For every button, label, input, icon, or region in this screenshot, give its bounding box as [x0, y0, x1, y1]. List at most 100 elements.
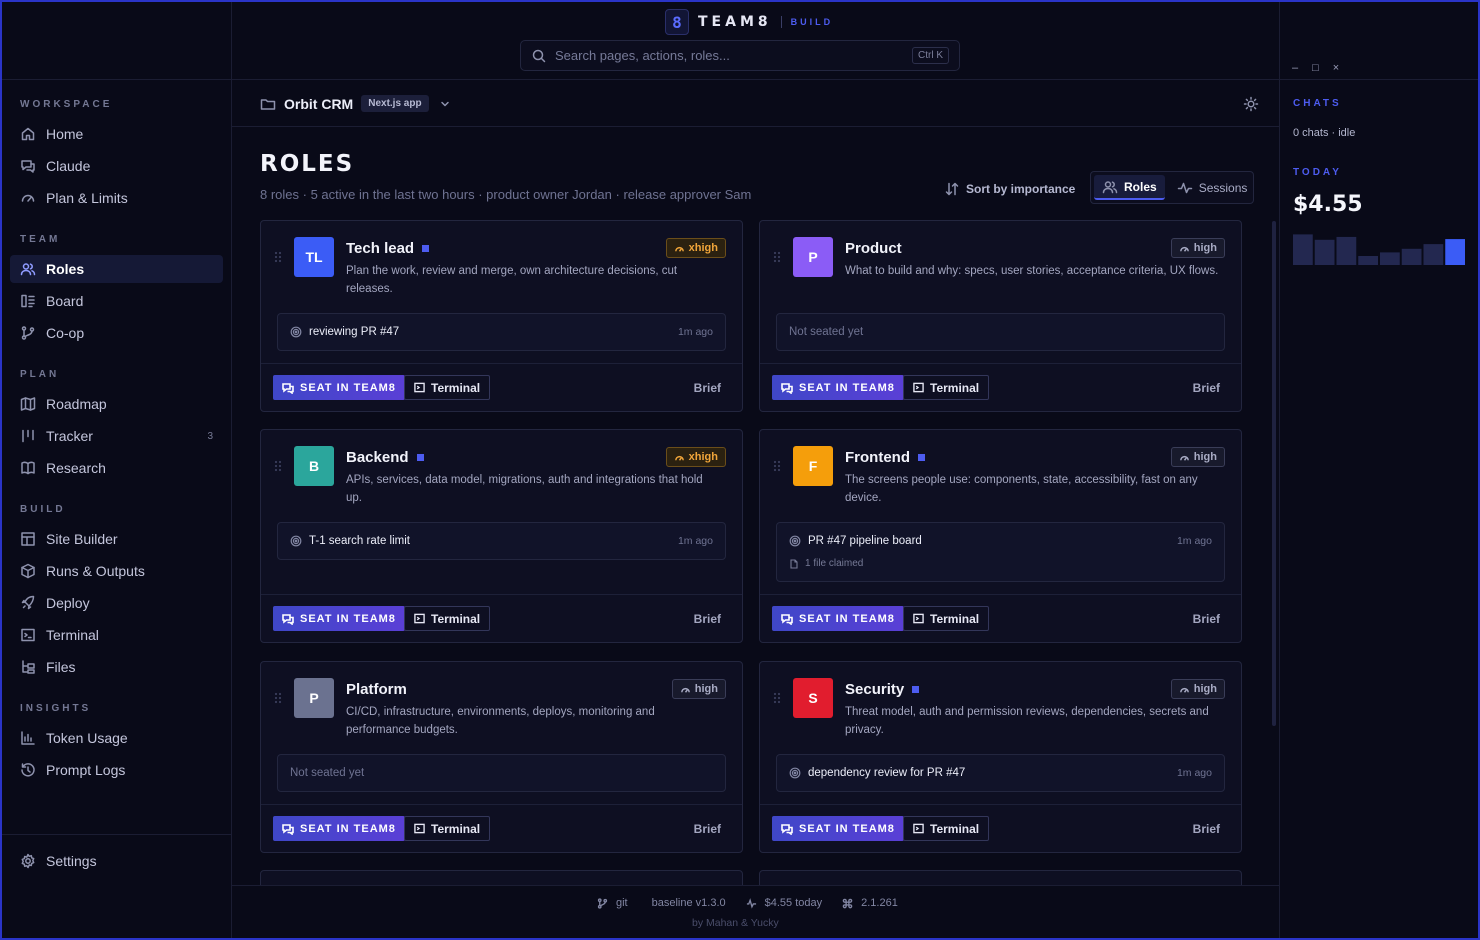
app-window: 8 TEAM8 BUILD Search pages, actions, rol… — [2, 2, 1478, 938]
drag-handle-icon[interactable] — [274, 692, 282, 704]
role-card[interactable] — [759, 870, 1242, 885]
scrollbar[interactable] — [1272, 221, 1276, 726]
right-panel: CHATS 0 chats · idle TODAY $4.55 — [1280, 81, 1478, 938]
sidebar-item-site-builder[interactable]: Site Builder — [10, 525, 223, 553]
terminal-button[interactable]: Terminal — [903, 816, 990, 841]
search-input[interactable]: Search pages, actions, roles... Ctrl K — [520, 40, 960, 71]
drag-handle-icon[interactable] — [773, 460, 781, 472]
terminal-button[interactable]: Terminal — [903, 606, 990, 631]
chevron-down-icon[interactable] — [437, 96, 453, 112]
gauge-icon — [1179, 243, 1190, 254]
target-icon — [290, 326, 302, 338]
close-icon[interactable]: × — [1333, 62, 1339, 74]
branch-icon — [20, 325, 36, 341]
brief-button[interactable]: Brief — [694, 822, 721, 836]
sidebar-item-settings[interactable]: Settings — [10, 847, 223, 875]
users-icon — [20, 261, 36, 277]
sidebar-item-board[interactable]: Board — [10, 287, 223, 315]
sidebar-item-claude[interactable]: Claude — [10, 152, 223, 180]
role-description: What to build and why: specs, user stori… — [845, 265, 1219, 277]
sidebar-footer: Settings — [2, 834, 231, 886]
sidebar-item-tracker[interactable]: Tracker 3 — [10, 422, 223, 450]
role-status: Not seated yet — [789, 326, 863, 338]
role-status-text: Not seated yet — [290, 767, 365, 779]
brand: 8 TEAM8 BUILD — [665, 9, 833, 35]
activity-icon — [746, 897, 757, 909]
terminal-button[interactable]: Terminal — [404, 606, 491, 631]
role-status-sub-text: 1 file claimed — [805, 558, 864, 569]
brief-button[interactable]: Brief — [694, 612, 721, 626]
git-label[interactable]: git — [616, 897, 628, 909]
sidebar-item-home[interactable]: Home — [10, 120, 223, 148]
role-name: Backend — [346, 449, 409, 466]
sort-icon — [944, 181, 960, 197]
build-label: 2.1.261 — [861, 897, 898, 909]
terminal-button[interactable]: Terminal — [404, 816, 491, 841]
role-name: Frontend — [845, 449, 910, 466]
role-name-wrap: Platform — [346, 681, 407, 698]
sidebar-item-files[interactable]: Files — [10, 653, 223, 681]
role-card[interactable] — [260, 870, 743, 885]
drag-handle-icon[interactable] — [274, 460, 282, 472]
window-controls: – □ × — [1292, 62, 1339, 74]
minimize-icon[interactable]: – — [1292, 62, 1298, 74]
sidebar-item-prompt-logs[interactable]: Prompt Logs — [10, 756, 223, 784]
sidebar-item-roadmap[interactable]: Roadmap — [10, 390, 223, 418]
drag-handle-icon[interactable] — [274, 251, 282, 263]
section-workspace: WORKSPACE — [20, 99, 113, 110]
sidebar-item-deploy[interactable]: Deploy — [10, 589, 223, 617]
brief-button[interactable]: Brief — [1193, 822, 1220, 836]
seat-button[interactable]: SEAT IN TEAM8 — [772, 816, 904, 841]
drag-handle-icon[interactable] — [773, 692, 781, 704]
seat-button[interactable]: SEAT IN TEAM8 — [772, 375, 904, 400]
cost-today-label: $4.55 today — [764, 897, 823, 909]
sort-button[interactable]: Sort by importance — [944, 181, 1075, 197]
tab-roles[interactable]: Roles — [1094, 175, 1165, 200]
sidebar-item-token-usage[interactable]: Token Usage — [10, 724, 223, 752]
sidebar-item-label: Token Usage — [46, 730, 128, 746]
maximize-icon[interactable]: □ — [1312, 62, 1319, 74]
role-actions: SEAT IN TEAM8 Terminal Brief — [261, 804, 742, 852]
spend-bar — [1293, 234, 1313, 265]
tab-sessions[interactable]: Sessions — [1169, 175, 1256, 200]
role-card[interactable]: P Product high What to build and why: specs… — [759, 220, 1242, 412]
brief-button[interactable]: Brief — [1193, 612, 1220, 626]
seat-button-label: SEAT IN TEAM8 — [799, 612, 895, 625]
role-name: Platform — [346, 681, 407, 698]
map-icon — [20, 396, 36, 412]
sidebar-item-plan-limits[interactable]: Plan & Limits — [10, 184, 223, 212]
sidebar-item-coop[interactable]: Co-op — [10, 319, 223, 347]
sidebar-item-label: Tracker — [46, 428, 93, 444]
brief-button[interactable]: Brief — [694, 381, 721, 395]
view-toggle: Roles Sessions — [1090, 171, 1254, 204]
sidebar-item-research[interactable]: Research — [10, 454, 223, 482]
seat-button[interactable]: SEAT IN TEAM8 — [273, 606, 405, 631]
role-card[interactable]: TL Tech lead xhigh Plan the work, review an… — [260, 220, 743, 412]
project-name[interactable]: Orbit CRM — [284, 96, 353, 112]
role-card[interactable]: P Platform high CI/CD, infrastructure, envi… — [260, 661, 743, 853]
seat-button[interactable]: SEAT IN TEAM8 — [772, 606, 904, 631]
role-status-time: 1m ago — [1176, 535, 1212, 547]
gauge-icon — [20, 190, 36, 206]
drag-handle-icon[interactable] — [773, 251, 781, 263]
sidebar-item-runs-outputs[interactable]: Runs & Outputs — [10, 557, 223, 585]
seat-button-label: SEAT IN TEAM8 — [799, 822, 895, 835]
effort-badge: high — [1170, 447, 1225, 467]
terminal-button[interactable]: Terminal — [404, 375, 491, 400]
role-card[interactable]: S Security high Threat model, auth and perm… — [759, 661, 1242, 853]
section-build: BUILD — [20, 504, 66, 515]
target-icon — [789, 535, 801, 547]
status-bar: git baseline v1.3.0 $4.55 today 2.1.261 … — [232, 885, 1279, 938]
role-card[interactable]: F Frontend high The screens people use: com… — [759, 429, 1242, 643]
terminal-button[interactable]: Terminal — [903, 375, 990, 400]
role-card[interactable]: B Backend xhigh APIs, services, data model,… — [260, 429, 743, 643]
brief-button[interactable]: Brief — [1193, 381, 1220, 395]
target-icon — [789, 767, 801, 779]
sidebar-item-terminal[interactable]: Terminal — [10, 621, 223, 649]
theme-toggle-icon[interactable] — [1243, 96, 1259, 112]
tab-roles-label: Roles — [1124, 179, 1157, 194]
seat-button[interactable]: SEAT IN TEAM8 — [273, 375, 405, 400]
seat-button[interactable]: SEAT IN TEAM8 — [273, 816, 405, 841]
package-icon — [20, 563, 36, 579]
sidebar-item-roles[interactable]: Roles — [10, 255, 223, 283]
